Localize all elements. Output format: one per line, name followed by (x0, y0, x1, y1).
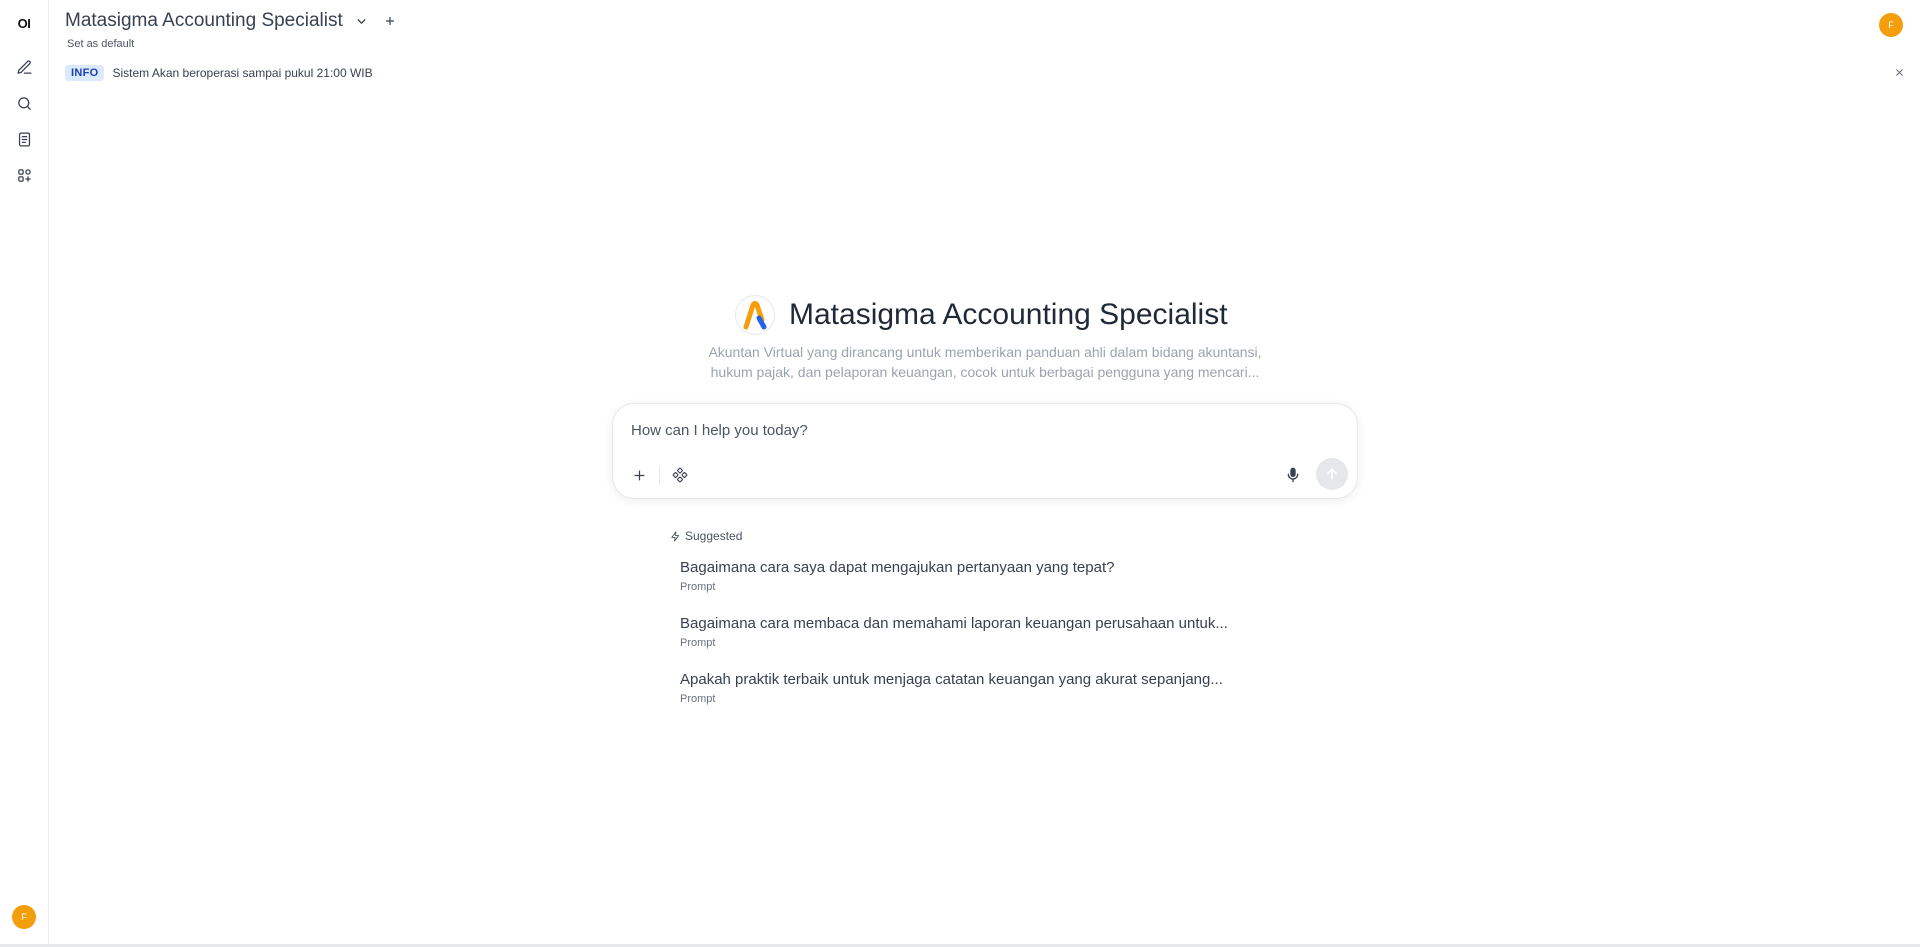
banner-close-button[interactable] (1894, 65, 1905, 81)
toolbar-divider (659, 466, 660, 484)
plus-icon (385, 16, 394, 26)
voice-input-button[interactable] (1281, 463, 1305, 487)
banner-text: Sistem Akan beroperasi sampai pukul 21:0… (112, 66, 373, 80)
suggestion-item[interactable]: Bagaimana cara saya dapat mengajukan per… (680, 559, 1270, 593)
suggestion-subtitle: Prompt (680, 693, 716, 705)
suggested-label: Suggested (685, 529, 743, 543)
set-default-link[interactable]: Set as default (67, 38, 134, 50)
send-button[interactable] (1316, 458, 1348, 490)
search-button[interactable] (12, 91, 36, 115)
suggestion-title: Apakah praktik terbaik untuk menjaga cat… (680, 671, 1223, 688)
attach-button[interactable] (627, 463, 651, 487)
app-logo[interactable]: OI (12, 14, 36, 34)
suggestion-title: Bagaimana cara saya dapat mengajukan per… (680, 559, 1115, 576)
model-name[interactable]: Matasigma Accounting Specialist (65, 10, 343, 32)
tools-button[interactable] (668, 463, 692, 487)
arrow-up-icon (1327, 468, 1337, 480)
workspace-button[interactable] (12, 163, 36, 187)
search-icon (17, 96, 31, 110)
mic-icon (1287, 467, 1299, 483)
model-selector[interactable]: Matasigma Accounting Specialist (65, 10, 396, 32)
suggestion-subtitle: Prompt (680, 581, 716, 593)
info-banner: INFO Sistem Akan beroperasi sampai pukul… (65, 63, 1905, 83)
notes-button[interactable] (12, 127, 36, 151)
plus-icon (634, 470, 644, 480)
chevron-down-icon (357, 18, 366, 24)
model-hero: Matasigma Accounting Specialist (735, 295, 1228, 335)
tools-icon (672, 467, 688, 483)
new-chat-button[interactable] (12, 55, 36, 79)
suggestion-subtitle: Prompt (680, 637, 716, 649)
top-user-avatar[interactable]: F (1879, 13, 1903, 37)
notes-icon (18, 131, 30, 147)
model-logo-icon (743, 301, 767, 330)
new-chat-icon (16, 59, 32, 74)
suggestion-item[interactable]: Bagaimana cara membaca dan memahami lapo… (680, 615, 1270, 649)
add-model-button[interactable] (384, 15, 396, 27)
suggestion-item[interactable]: Apakah praktik terbaik untuk menjaga cat… (680, 671, 1270, 705)
chat-input-box (612, 403, 1358, 499)
suggestion-title: Bagaimana cara membaca dan memahami lapo… (680, 615, 1228, 632)
model-logo (735, 295, 775, 335)
sidebar-rail: OI F (0, 0, 49, 947)
close-icon (1896, 69, 1903, 76)
model-description: Akuntan Virtual yang dirancang untuk mem… (708, 344, 1262, 380)
model-dropdown-button[interactable] (355, 15, 368, 28)
sparkle-icon (671, 530, 680, 542)
hero-title: Matasigma Accounting Specialist (789, 298, 1228, 331)
workspace-icon (17, 168, 31, 182)
info-badge: INFO (65, 65, 105, 81)
chat-input[interactable] (631, 422, 1331, 439)
suggested-header: Suggested (670, 529, 742, 543)
user-avatar[interactable]: F (12, 905, 36, 929)
